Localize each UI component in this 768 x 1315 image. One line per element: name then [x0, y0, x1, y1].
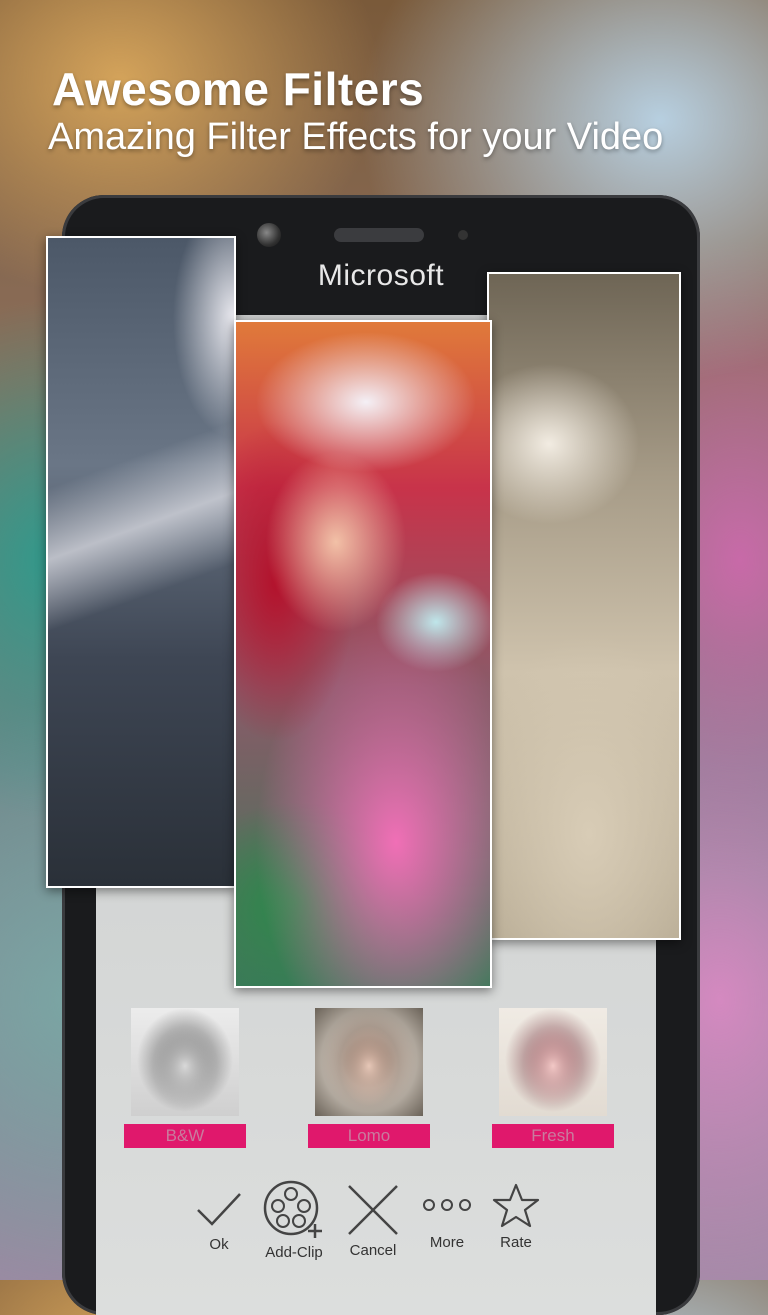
- ok-button[interactable]: Ok: [190, 1186, 248, 1253]
- filter-item-bw[interactable]: B&W: [124, 1008, 246, 1148]
- more-button[interactable]: More: [418, 1190, 476, 1251]
- front-camera-icon: [257, 223, 281, 247]
- add-clip-label: Add-Clip: [265, 1244, 323, 1261]
- close-icon: [348, 1185, 398, 1235]
- cancel-button[interactable]: Cancel: [342, 1182, 404, 1259]
- more-label: More: [429, 1234, 465, 1251]
- ok-label: Ok: [209, 1236, 229, 1253]
- check-icon: [197, 1193, 241, 1226]
- rate-button[interactable]: Rate: [488, 1182, 544, 1251]
- filter-thumb-bw: [131, 1008, 239, 1116]
- more-dots-icon: [423, 1199, 471, 1211]
- preview-sepia-panel: [487, 272, 681, 940]
- cancel-label: Cancel: [349, 1242, 397, 1259]
- filter-item-fresh[interactable]: Fresh: [492, 1008, 614, 1148]
- add-clip-button[interactable]: Add-Clip: [258, 1180, 330, 1261]
- promo-headline: Awesome Filters: [52, 63, 425, 115]
- filter-thumb-lomo: [315, 1008, 423, 1116]
- earpiece-speaker: [334, 228, 424, 242]
- proximity-sensor: [458, 230, 468, 240]
- preview-original-panel: [234, 320, 492, 988]
- promo-subtitle: Amazing Filter Effects for your Video: [48, 116, 664, 158]
- rate-label: Rate: [500, 1234, 532, 1251]
- filter-label-bw: B&W: [124, 1124, 246, 1148]
- filter-label-lomo: Lomo: [308, 1124, 430, 1148]
- preview-bw-panel: [46, 236, 236, 888]
- star-icon: [492, 1183, 540, 1228]
- filter-item-lomo[interactable]: Lomo: [308, 1008, 430, 1148]
- filter-label-fresh: Fresh: [492, 1124, 614, 1148]
- film-reel-add-icon: [263, 1180, 322, 1238]
- filter-thumb-fresh: [499, 1008, 607, 1116]
